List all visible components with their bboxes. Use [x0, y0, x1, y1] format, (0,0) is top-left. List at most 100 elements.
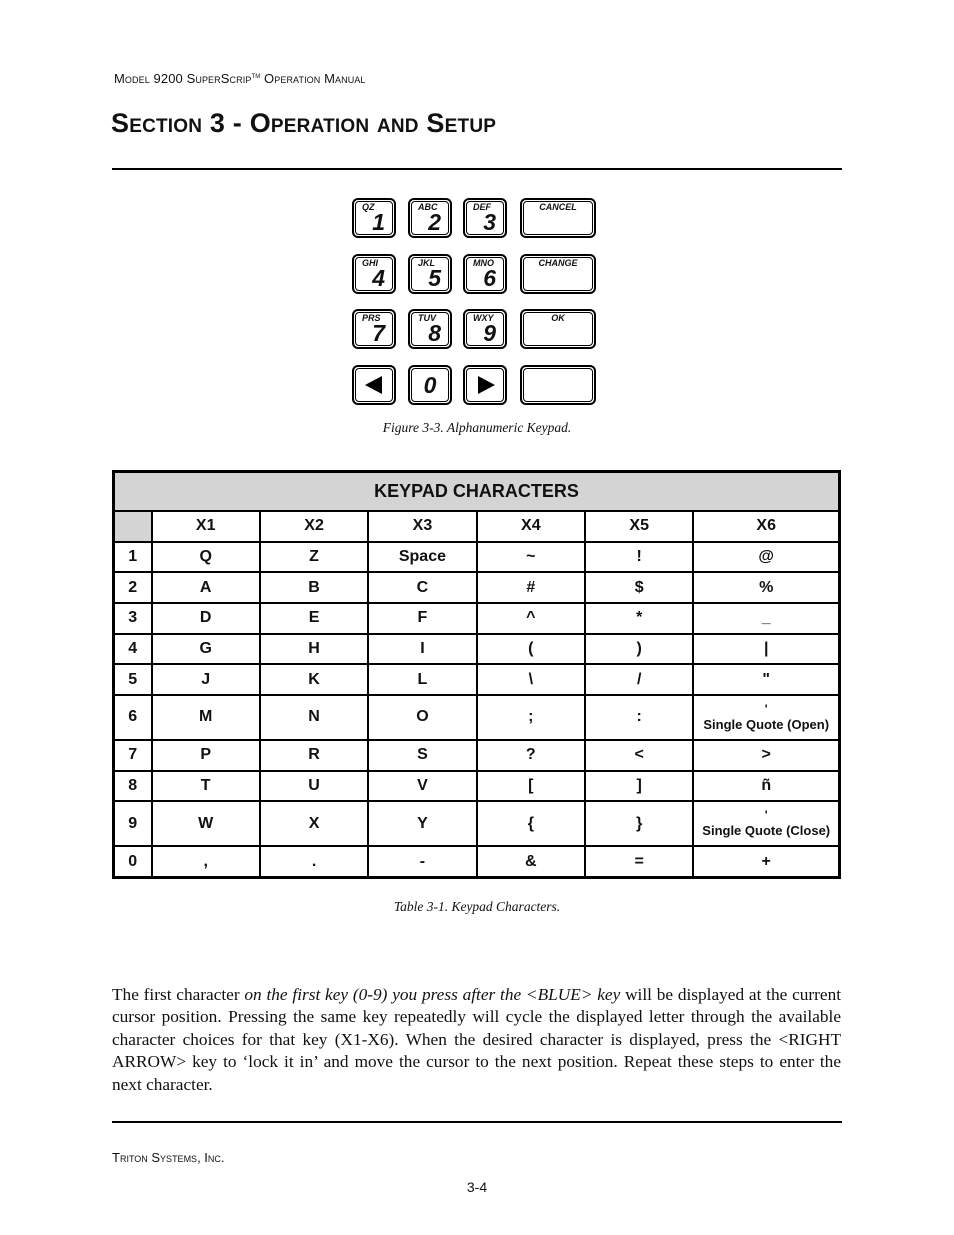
table-cell: T: [150, 769, 261, 803]
key-change: CHANGE: [520, 254, 596, 294]
table-cell: _: [692, 601, 841, 635]
column-header: X2: [258, 509, 370, 543]
body-paragraph: The first character on the first key (0-…: [112, 984, 841, 1096]
table-row: 5 J K L \ / ": [112, 663, 841, 696]
table-row: 9 W X Y{} ' Single Quote (Close): [112, 800, 841, 848]
table-cell: @: [692, 540, 841, 574]
key-left-arrow: [352, 365, 396, 405]
cell-character: ': [764, 701, 768, 716]
table-caption: Table 3-1. Keypad Characters.: [393, 899, 561, 914]
body-text-start: The first character: [112, 985, 245, 1004]
table-cell: .: [258, 845, 370, 879]
table-cell: ^: [475, 601, 587, 635]
key-digit: 3: [483, 209, 496, 235]
table-cell: Z: [258, 540, 370, 574]
key-digit: 6: [483, 265, 496, 291]
table-row: 8 T U V[] ñ: [112, 769, 841, 803]
row-key-number: 3: [112, 601, 153, 635]
table-cell: Space: [367, 540, 478, 574]
footer-company: Triton Systems, Inc.: [112, 1150, 225, 1165]
column-header: X4: [475, 509, 587, 543]
key-5: JKL 5: [408, 254, 452, 294]
table-cell: R: [258, 738, 370, 772]
table-cell: X: [258, 800, 370, 848]
table-cell: [: [475, 769, 587, 803]
column-header: X6: [692, 509, 841, 543]
key-ok: OK: [520, 309, 596, 349]
table-cell: Y: [367, 800, 478, 848]
body-text-emphasis: on the first key (0-9) you press after t…: [244, 985, 621, 1004]
table-row: 1 Q Z Space ~! @: [112, 540, 841, 574]
table-cell: ñ: [692, 769, 841, 803]
table-cell: H: [258, 632, 370, 666]
row-key-number: 4: [112, 632, 153, 666]
table-cell: E: [258, 601, 370, 635]
keypad-characters-table: KEYPAD CHARACTERS X1 X2 X3 X4 X5 X6 1QZS…: [112, 470, 841, 879]
table-cell: B: [258, 571, 370, 604]
key-label: OK: [551, 313, 565, 323]
column-header: X5: [583, 509, 695, 543]
column-header: X3: [367, 509, 478, 543]
table-cell: ]: [583, 769, 695, 803]
table-cell: G: [150, 632, 261, 666]
table-cell: A: [150, 571, 261, 604]
key-digit: 4: [372, 265, 385, 291]
row-key-number: 8: [112, 769, 153, 803]
cell-character: ': [764, 808, 768, 823]
row-key-number: 6: [112, 693, 153, 741]
table-cell: *: [583, 601, 695, 635]
row-key-number: 1: [112, 540, 153, 574]
table-cell: ): [583, 632, 695, 666]
table-cell: I: [367, 632, 478, 666]
cell-note: Single Quote (Open): [703, 716, 830, 732]
key-cancel: CANCEL: [520, 198, 596, 238]
key-7: PRS 7: [352, 309, 396, 349]
table-cell: ?: [475, 738, 587, 772]
key-digit: 2: [428, 209, 441, 235]
table-cell: N: [258, 693, 370, 741]
running-header-title-end: Operation Manual: [260, 71, 366, 86]
left-arrow-icon: [365, 376, 382, 394]
table-cell: ' Single Quote (Close): [692, 800, 841, 848]
key-9: WXY 9: [463, 309, 507, 349]
table-cell: (: [475, 632, 587, 666]
key-0: 0: [408, 365, 452, 405]
table-cell: +: [692, 845, 841, 879]
table-cell: #: [475, 571, 587, 604]
table-cell: Q: [150, 540, 261, 574]
table-cell: ": [692, 663, 841, 696]
table-header-row: X1 X2 X3 X4 X5 X6: [112, 509, 841, 543]
table-title: KEYPAD CHARACTERS: [112, 470, 841, 512]
table-cell: ,: [150, 845, 261, 879]
table-cell: V: [367, 769, 478, 803]
table-cell: |: [692, 632, 841, 666]
table-cell: P: [150, 738, 261, 772]
table-row: 3 D E F ^ * _: [112, 601, 841, 635]
table-cell: K: [258, 663, 370, 696]
table-cell: ' Single Quote (Open): [692, 693, 841, 741]
table-cell: C: [367, 571, 478, 604]
table-cell: D: [150, 601, 261, 635]
right-arrow-icon: [478, 376, 495, 394]
running-header: Model 9200 SuperScripTM Operation Manual: [114, 71, 366, 86]
table-row: 2 A B C # $%: [112, 571, 841, 604]
table-cell: M: [150, 693, 261, 741]
key-8: TUV 8: [408, 309, 452, 349]
table-cell: {: [475, 800, 587, 848]
key-label: CANCEL: [539, 202, 577, 212]
keypad-figure: QZ 1 ABC 2 DEF 3 CANCEL GHI 4 JKL 5 MNO …: [350, 198, 600, 408]
key-2: ABC 2: [408, 198, 452, 238]
table-cell: >: [692, 738, 841, 772]
key-digit: 9: [483, 320, 496, 346]
row-key-number: 5: [112, 663, 153, 696]
key-4: GHI 4: [352, 254, 396, 294]
row-key-number: 7: [112, 738, 153, 772]
footer-divider: [112, 1121, 842, 1123]
key-blank: [520, 365, 596, 405]
table-cell: L: [367, 663, 478, 696]
key-digit: 7: [372, 320, 385, 346]
table-cell: \: [475, 663, 587, 696]
key-label: CHANGE: [538, 258, 578, 268]
table-cell: &: [475, 845, 587, 879]
table-cell: O: [367, 693, 478, 741]
